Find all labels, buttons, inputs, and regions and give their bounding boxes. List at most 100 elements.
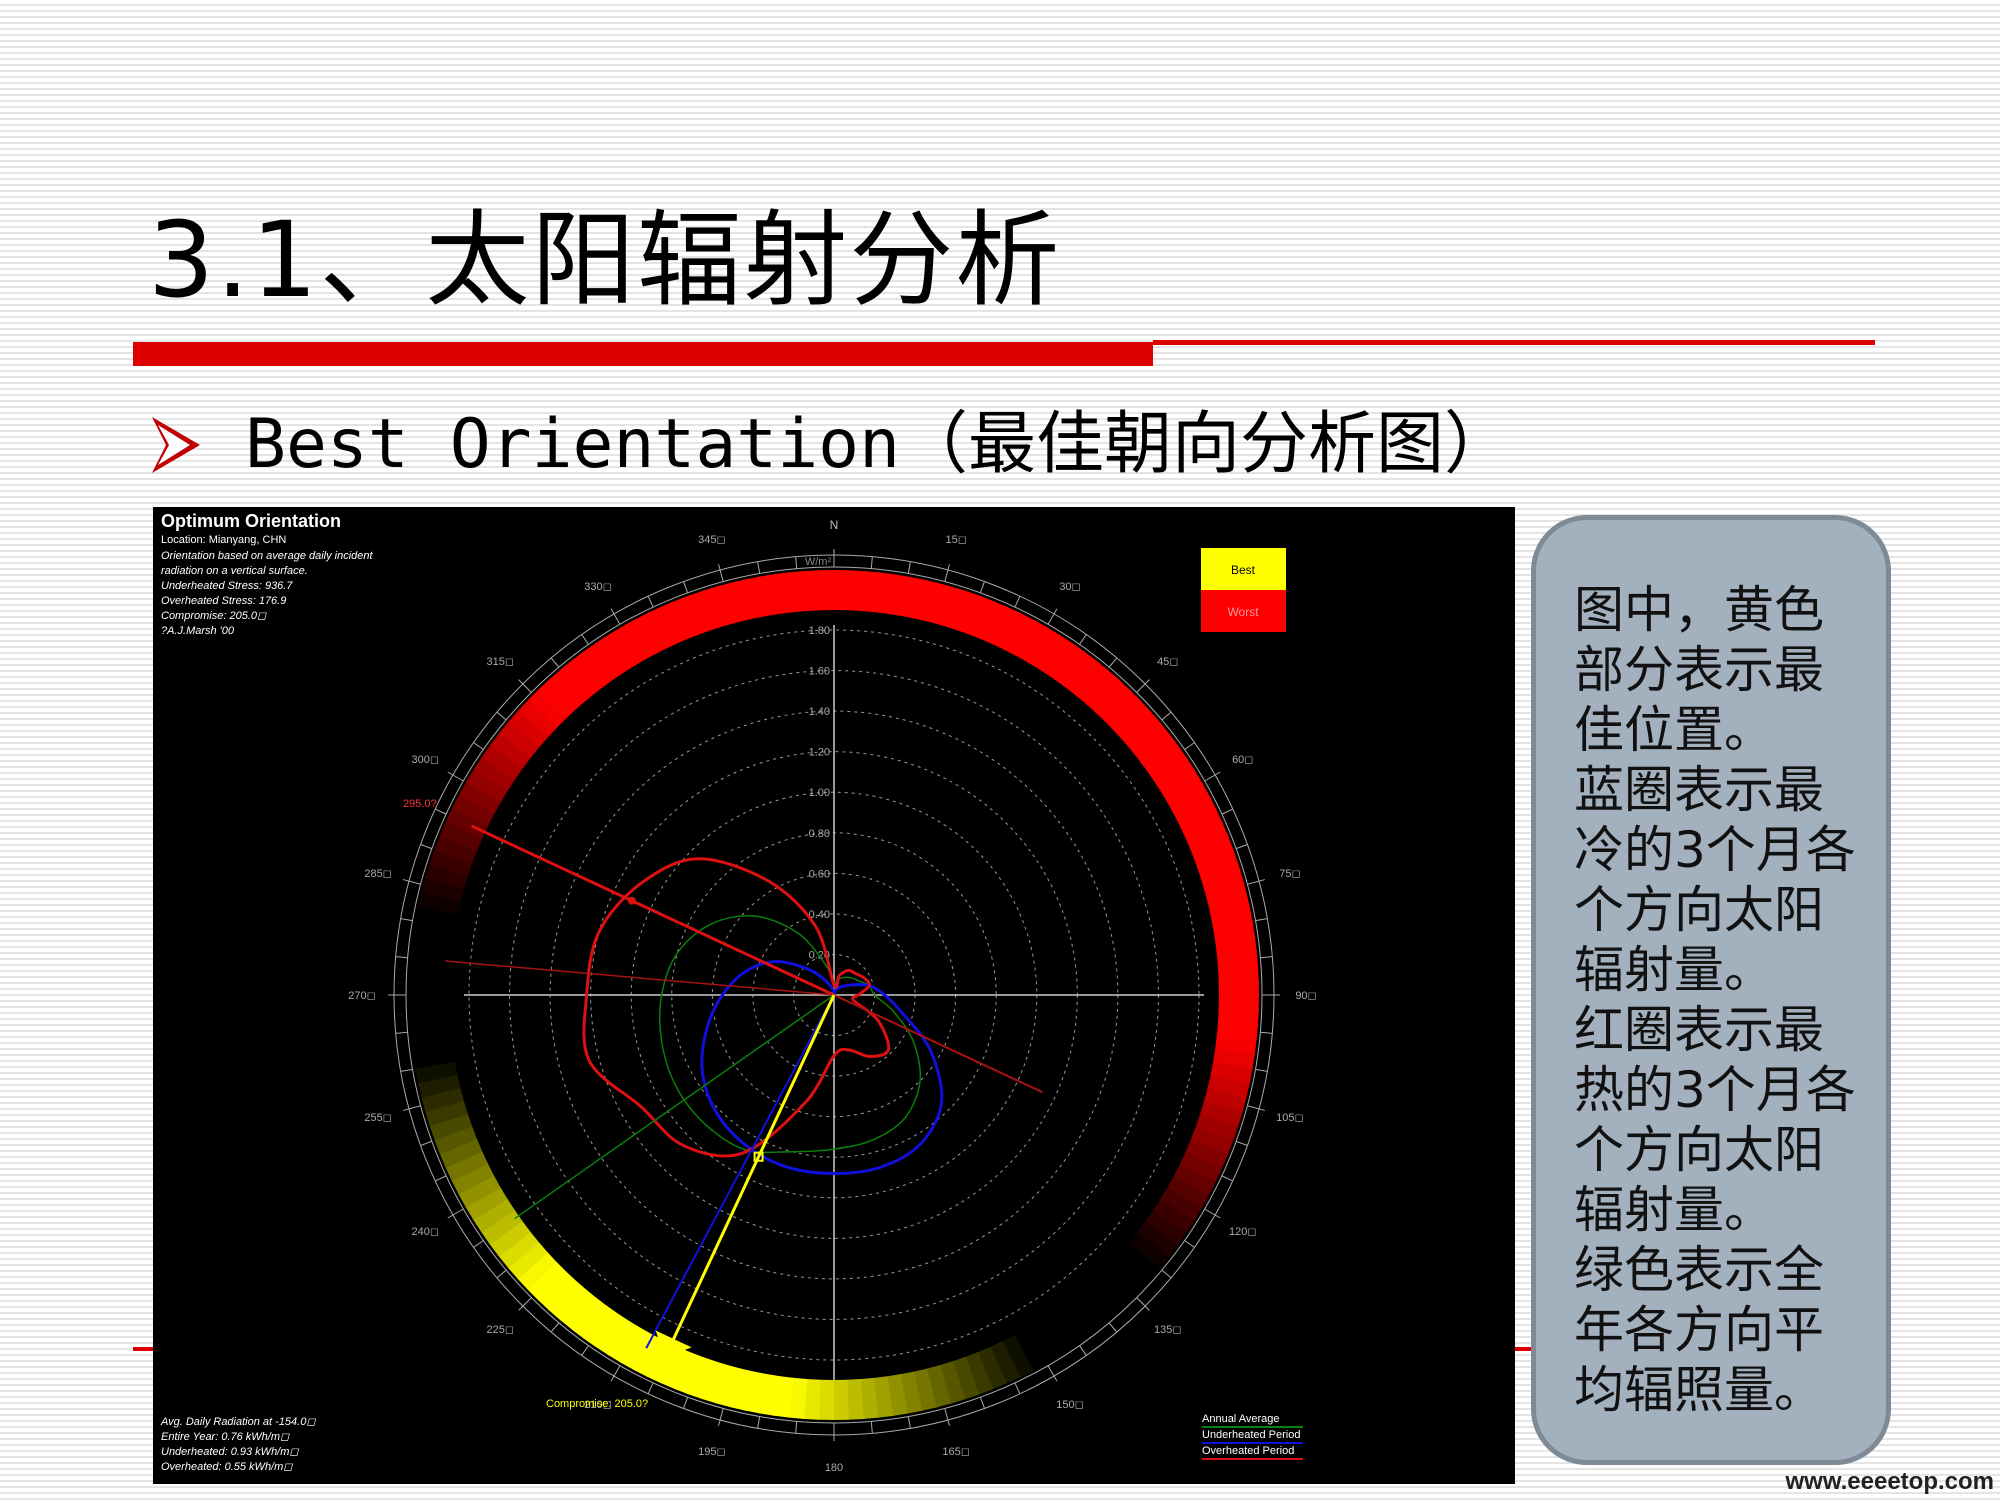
- compass-tick: [550, 657, 560, 668]
- radial-tick-label: 1.60: [809, 666, 830, 678]
- info-line: Location: Mianyang, CHN: [161, 534, 286, 546]
- compass-label: 135◻: [1154, 1324, 1181, 1336]
- compass-label: 240◻: [411, 1226, 438, 1238]
- figure-heading: Optimum Orientation: [161, 511, 341, 531]
- compass-tick: [1236, 1140, 1248, 1146]
- compass-tick: [1247, 1105, 1265, 1111]
- radial-tick-label: 0.80: [809, 828, 830, 840]
- info-line: Compromise: 205.0◻: [161, 610, 267, 622]
- info-line: ?A.J.Marsh '00: [161, 625, 235, 637]
- compass-tick: [1236, 844, 1248, 850]
- ring-segment: [1218, 965, 1259, 983]
- compass-tick: [1014, 596, 1021, 608]
- ring-segment: [409, 993, 450, 1010]
- compass-label: 105◻: [1276, 1112, 1303, 1124]
- ring-segment: [819, 570, 836, 611]
- radial-tick-label: 1.40: [809, 706, 830, 718]
- optimum-orientation-figure: Optimum Orientation Location: Mianyang, …: [153, 507, 1515, 1484]
- compass-label: 255◻: [364, 1112, 391, 1124]
- ring-segment: [846, 1379, 864, 1420]
- compass-tick: [944, 1408, 950, 1426]
- stats-line: Avg. Daily Radiation at -154.0◻: [160, 1416, 316, 1428]
- watermark: www.eeeetop.com: [1785, 1468, 1995, 1495]
- compass-tick: [1108, 657, 1118, 668]
- compass-label: 30◻: [1059, 581, 1080, 593]
- compass-tick: [1161, 711, 1172, 721]
- explanation-panel: 图中，黄色 部分表示最 佳位置。 蓝圈表示最 冷的3个月各 个方向太阳 辐射量。…: [1531, 515, 1891, 1465]
- compass-tick: [647, 1382, 654, 1394]
- best-orientation-line: [470, 824, 835, 997]
- ring-segment: [1218, 980, 1259, 997]
- compass-tick: [435, 1175, 447, 1182]
- ring-segment: [832, 1379, 849, 1420]
- compass-tick: [420, 844, 432, 850]
- compass-tick: [581, 1345, 589, 1356]
- compass-tick: [757, 1416, 761, 1429]
- legend-underheated: Underheated Period: [1202, 1429, 1300, 1441]
- compass-tick: [1247, 879, 1265, 885]
- info-line: Underheated Stress: 936.7: [161, 580, 293, 592]
- compass-tick: [473, 742, 484, 750]
- radial-tick-label: 0.60: [809, 868, 830, 880]
- compromise-label: Compromise: 205.0?: [546, 1398, 648, 1410]
- compass-tick: [1260, 956, 1273, 959]
- compass-label: 285◻: [364, 868, 391, 880]
- compass-tick: [683, 581, 689, 593]
- compass-label: 195◻: [698, 1446, 725, 1458]
- best-label: Best: [1231, 563, 1256, 577]
- compass-tick: [907, 561, 911, 574]
- stats-line: Overheated: 0.55 kWh/m◻: [161, 1461, 293, 1473]
- compass-label: 15◻: [945, 534, 966, 546]
- radial-tick-label: 1.20: [809, 747, 830, 759]
- compass-tick: [683, 1397, 689, 1409]
- compass-label: 150◻: [1056, 1399, 1083, 1411]
- slide-title: 3.1、太阳辐射分析: [148, 199, 1062, 321]
- compass-label: 60◻: [1232, 754, 1253, 766]
- compass-label: 120◻: [1229, 1226, 1256, 1238]
- info-line: Orientation based on average daily incid…: [161, 550, 374, 562]
- info-line: Overheated Stress: 176.9: [161, 595, 286, 607]
- compass-tick: [1221, 808, 1233, 815]
- compass-label: 315◻: [487, 656, 514, 668]
- compass-tick: [979, 581, 985, 593]
- polar-chart: Optimum Orientation Location: Mianyang, …: [160, 511, 1317, 1474]
- compass-tick: [718, 1408, 724, 1426]
- worst-label: Worst: [1227, 605, 1259, 619]
- compass-tick: [1255, 1068, 1268, 1072]
- compass-tick: [395, 956, 408, 959]
- overheated-axis-line: [445, 960, 835, 996]
- compass-tick: [496, 1269, 507, 1279]
- compass-tick: [550, 1322, 560, 1333]
- compass-tick: [435, 808, 447, 815]
- compass-label: 300◻: [411, 754, 438, 766]
- compass-tick: [907, 1416, 911, 1429]
- compass-label: 75◻: [1279, 868, 1300, 880]
- compass-tick: [473, 1240, 484, 1248]
- legend-annual: Annual Average: [1202, 1413, 1279, 1425]
- radial-tick-label: 1.00: [809, 787, 830, 799]
- compass-tick: [870, 1421, 873, 1434]
- compass-tick: [647, 596, 654, 608]
- compass-tick: [718, 564, 724, 582]
- radial-tick-label: 1.80: [809, 625, 830, 637]
- compass-label: 165◻: [942, 1446, 969, 1458]
- compass-tick: [403, 1105, 421, 1111]
- compass-label: 345◻: [698, 534, 725, 546]
- compass-label: 330◻: [584, 581, 611, 593]
- compass-tick: [1079, 1345, 1087, 1356]
- orientation-ring: 15◻ 30◻ 45◻ 60◻ 75◻ 90◻ 105◻ 120◻ 135◻ 150◻ 165◻ 18…: [348, 534, 1316, 1474]
- title-underline-thin: [1153, 340, 1875, 345]
- slide-subtitle: Best Orientation（最佳朝向分析图）: [245, 405, 1513, 484]
- compass-tick: [944, 564, 950, 582]
- compass-tick: [403, 879, 421, 885]
- compass-tick: [1184, 1240, 1195, 1248]
- compass-label: 45◻: [1157, 656, 1178, 668]
- compass-tick: [1255, 918, 1268, 922]
- compass-tick: [1079, 634, 1087, 645]
- ring-segment: [409, 1007, 450, 1025]
- compass-tick: [496, 711, 507, 721]
- best-point: [627, 896, 636, 905]
- compass-tick: [1108, 1322, 1118, 1333]
- compass-tick: [395, 1031, 408, 1034]
- compass-tick: [1184, 742, 1195, 750]
